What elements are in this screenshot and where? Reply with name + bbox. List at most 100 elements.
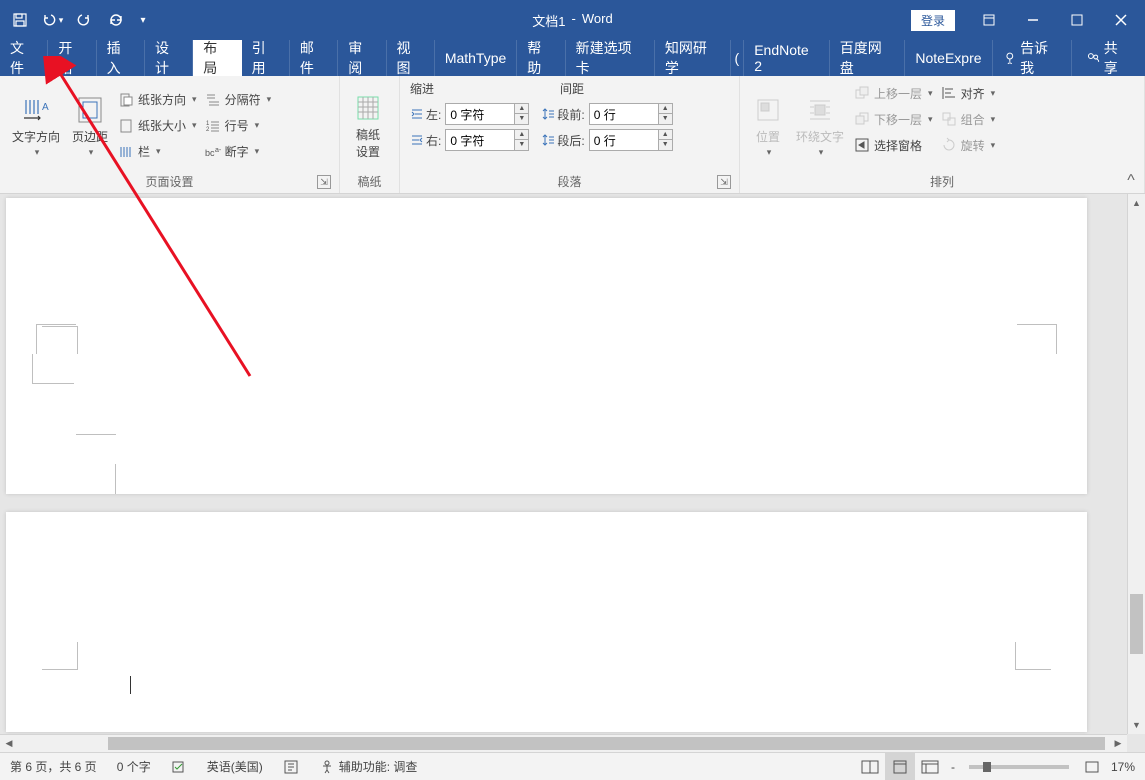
maximize-button[interactable] [1057,6,1097,34]
tab-help[interactable]: 帮助 [517,40,565,76]
tab-file[interactable]: 文件 [0,40,48,76]
spacing-after-input[interactable]: ▲▼ [589,129,673,151]
paragraph-launcher[interactable]: ⇲ [717,175,731,189]
save-button[interactable] [8,8,32,32]
language-status[interactable]: 英语(美国) [197,753,273,780]
window-title: 文档1 - Word [532,11,612,30]
indent-left-label: 左: [410,106,441,123]
tab-references[interactable]: 引用 [242,40,290,76]
read-mode-button[interactable] [855,753,885,780]
scroll-right-button[interactable]: ▶ [1109,735,1127,752]
orientation-button[interactable]: 纸张方向▾ [114,87,201,113]
page[interactable] [6,512,1087,732]
columns-button[interactable]: 栏▾ [114,139,201,165]
page[interactable] [6,198,1087,494]
tab-design[interactable]: 设计 [145,40,193,76]
zoom-fit-button[interactable] [1077,753,1107,780]
text-direction-button[interactable]: A 文字方向▾ [6,80,66,171]
tab-review[interactable]: 审阅 [338,40,386,76]
tab-newtab[interactable]: 新建选项卡 [566,40,655,76]
spin-up[interactable]: ▲ [659,130,672,140]
indent-header: 缩进 [410,80,560,97]
scroll-left-button[interactable]: ◀ [0,735,18,752]
sync-button[interactable] [104,8,128,32]
hscroll-thumb[interactable] [108,737,1105,750]
window-controls: 登录 [911,6,1145,34]
ribbon-display-button[interactable] [969,6,1009,34]
spin-up[interactable]: ▲ [659,104,672,114]
tab-mailings[interactable]: 邮件 [290,40,338,76]
statusbar: 第 6 页，共 6 页 0 个字 英语(美国) 辅助功能: 调查 - 17% [0,752,1145,780]
tab-tellme[interactable]: 告诉我 [993,40,1073,76]
zoom-knob[interactable] [983,762,991,772]
tab-home[interactable]: 开始 [48,40,96,76]
web-layout-button[interactable] [915,753,945,780]
spellcheck-status[interactable] [161,753,197,780]
spin-up[interactable]: ▲ [515,130,528,140]
zoom-out-button[interactable]: - [945,753,961,780]
group-button: 组合▾ [937,106,1000,132]
tab-insert[interactable]: 插入 [97,40,145,76]
send-backward-button: 下移一层▾ [850,106,937,132]
line-numbers-button[interactable]: 12行号▾ [201,113,276,139]
close-button[interactable] [1101,6,1141,34]
word-count-status[interactable]: 0 个字 [107,753,161,780]
document-name: 文档1 [532,11,565,30]
spacing-after-label: 段后: [541,132,584,149]
spin-down[interactable]: ▼ [659,140,672,150]
zoom-level[interactable]: 17% [1107,753,1145,780]
share-button[interactable]: 共享 [1072,40,1145,76]
manuscript-button[interactable]: 稿纸 设置 [346,80,390,171]
vertical-scrollbar[interactable]: ▲ ▼ [1127,194,1145,734]
tab-zhiwang[interactable]: 知网研学 [655,40,731,76]
document-canvas[interactable] [0,194,1127,734]
text-cursor [130,676,131,694]
hyphenation-button[interactable]: bca-断字▾ [201,139,276,165]
spin-down[interactable]: ▼ [659,114,672,124]
print-layout-button[interactable] [885,753,915,780]
redo-button[interactable] [72,8,96,32]
breaks-button[interactable]: 分隔符▾ [201,87,276,113]
scroll-up-button[interactable]: ▲ [1128,194,1145,212]
tab-baidu[interactable]: 百度网盘 [830,40,906,76]
group-label-manuscript: 稿纸 [357,173,381,190]
titlebar: ▾ ▾ 文档1 - Word 登录 [0,0,1145,40]
page-setup-launcher[interactable]: ⇲ [317,175,331,189]
zoom-slider[interactable] [969,765,1069,769]
undo-button[interactable]: ▾ [40,8,64,32]
accessibility-status[interactable]: 辅助功能: 调查 [309,753,428,780]
page-number-status[interactable]: 第 6 页，共 6 页 [0,753,107,780]
document-area: ▲ ▼ ◀ ▶ [0,194,1145,752]
indent-left-input[interactable]: ▲▼ [445,103,529,125]
tab-mathtype[interactable]: MathType [435,40,517,76]
bring-forward-button: 上移一层▾ [850,80,937,106]
spin-down[interactable]: ▼ [515,140,528,150]
spin-down[interactable]: ▼ [515,114,528,124]
scroll-thumb[interactable] [1130,594,1143,654]
tab-noteexpress[interactable]: NoteExpre [905,40,992,76]
tab-layout[interactable]: 布局 [193,40,241,76]
margins-button[interactable]: 页边距▾ [66,80,114,171]
rotate-button: 旋转▾ [937,132,1000,158]
group-paragraph: 缩进间距 左: ▲▼ 段前: ▲▼ 右: ▲▼ 段后: ▲▼ 段落⇲ [400,76,740,193]
tab-paren[interactable]: ( [731,40,745,76]
collapse-ribbon-button[interactable]: ^ [1123,173,1139,189]
scroll-down-button[interactable]: ▼ [1128,716,1145,734]
horizontal-scrollbar[interactable]: ◀ ▶ [0,734,1127,752]
group-label-page-setup: 页面设置 [145,173,193,190]
position-icon [752,94,784,126]
selection-pane-button[interactable]: 选择窗格 [850,132,937,158]
login-button[interactable]: 登录 [911,10,955,31]
spacing-before-input[interactable]: ▲▼ [589,103,673,125]
tab-endnote[interactable]: EndNote 2 [744,40,830,76]
tab-view[interactable]: 视图 [387,40,435,76]
quick-access-toolbar: ▾ ▾ [0,8,158,32]
indent-right-input[interactable]: ▲▼ [445,129,529,151]
spin-up[interactable]: ▲ [515,104,528,114]
align-button[interactable]: 对齐▾ [937,80,1000,106]
size-button[interactable]: 纸张大小▾ [114,113,201,139]
qat-customize-button[interactable]: ▾ [136,8,150,32]
track-changes-status[interactable] [273,753,309,780]
ribbon-tabs: 文件 开始 插入 设计 布局 引用 邮件 审阅 视图 MathType 帮助 新… [0,40,1145,76]
minimize-button[interactable] [1013,6,1053,34]
